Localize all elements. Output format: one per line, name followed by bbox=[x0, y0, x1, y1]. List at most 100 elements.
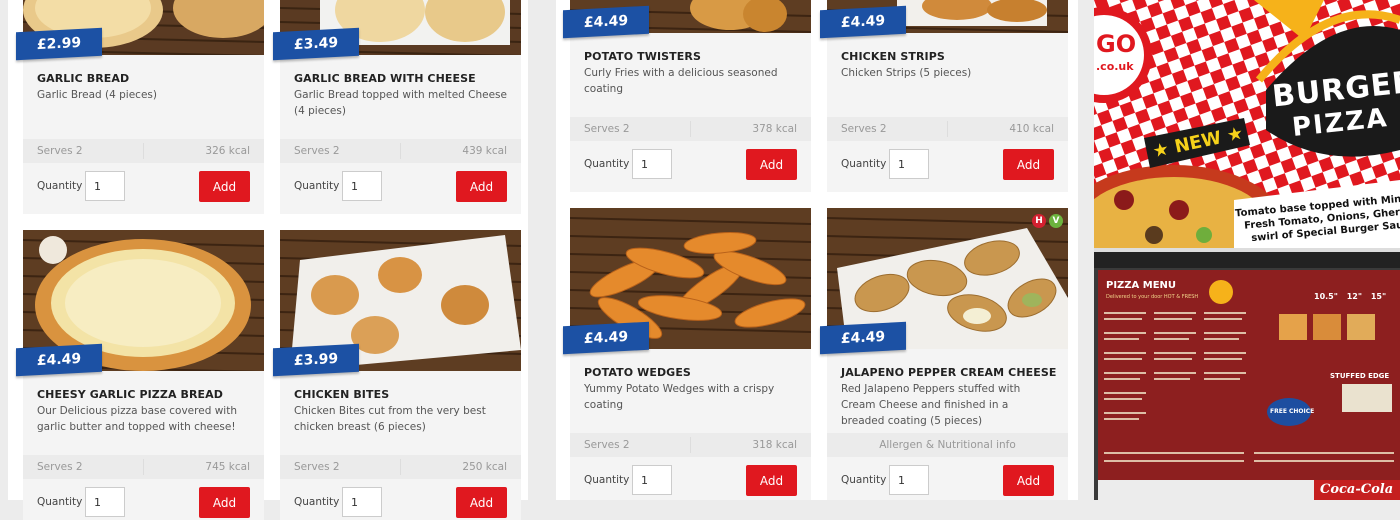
serves-label: Serves 2 bbox=[294, 145, 340, 157]
product-title: GARLIC BREAD WITH CHEESE bbox=[294, 72, 476, 85]
divider bbox=[400, 459, 401, 475]
quantity-label: Quantity bbox=[294, 496, 340, 508]
add-button[interactable]: Add bbox=[746, 465, 797, 496]
nutrition-bar: Serves 2 326 kcal bbox=[23, 139, 264, 163]
product-column-left: £2.99 GARLIC BREAD Garlic Bread (4 piece… bbox=[8, 0, 528, 520]
nutrition-bar: Serves 2 410 kcal bbox=[827, 117, 1068, 141]
nutrition-bar: Serves 2 250 kcal bbox=[280, 455, 521, 479]
product-title: JALAPENO PEPPER CREAM CHEESE bbox=[841, 366, 1057, 379]
quantity-input[interactable] bbox=[889, 149, 929, 179]
product-card: £4.49 CHICKEN STRIPS Chicken Strips (5 p… bbox=[820, 0, 1068, 192]
add-button[interactable]: Add bbox=[1003, 149, 1054, 180]
serves-label: Serves 2 bbox=[841, 123, 887, 135]
add-button[interactable]: Add bbox=[456, 171, 507, 202]
product-title: CHEESY GARLIC PIZZA BREAD bbox=[37, 388, 224, 401]
halal-badge-icon: H bbox=[1032, 214, 1046, 228]
quantity-input[interactable] bbox=[632, 149, 672, 179]
product-card: H V £4.49 JALAPENO PEPPER CREAM CHEESE R… bbox=[820, 208, 1068, 500]
quantity-label: Quantity bbox=[841, 474, 887, 486]
product-card: £4.49 POTATO WEDGES Yummy Potato Wedges … bbox=[563, 208, 811, 500]
add-button[interactable]: Add bbox=[456, 487, 507, 518]
product-description: Garlic Bread (4 pieces) bbox=[37, 89, 157, 101]
quantity-label: Quantity bbox=[37, 180, 83, 192]
product-card: £4.49 CHEESY GARLIC PIZZA BREAD Our Deli… bbox=[16, 230, 264, 520]
product-title: CHICKEN STRIPS bbox=[841, 50, 945, 63]
menu-board-photo[interactable]: PIZZA MENU Delivered to your door HOT & … bbox=[1094, 252, 1400, 500]
quantity-label: Quantity bbox=[584, 474, 630, 486]
serves-label: Serves 2 bbox=[37, 461, 83, 473]
serves-label: Serves 2 bbox=[294, 461, 340, 473]
nutrition-bar: Serves 2 318 kcal bbox=[570, 433, 811, 457]
price-tag: £4.49 bbox=[820, 5, 906, 39]
add-button[interactable]: Add bbox=[746, 149, 797, 180]
product-description: Curly Fries with a delicious seasoned co… bbox=[584, 67, 778, 95]
product-description: Chicken Strips (5 pieces) bbox=[841, 67, 972, 79]
quantity-label: Quantity bbox=[37, 496, 83, 508]
product-card: £4.49 POTATO TWISTERS Curly Fries with a… bbox=[563, 0, 811, 192]
quantity-input[interactable] bbox=[85, 487, 125, 517]
promo-logo-text: GO bbox=[1096, 30, 1137, 58]
add-button[interactable]: Add bbox=[1003, 465, 1054, 496]
kcal-label: 410 kcal bbox=[1009, 123, 1054, 135]
menu-board-title: PIZZA MENU bbox=[1106, 280, 1177, 291]
free-choice-badge: FREE CHOICE bbox=[1270, 408, 1315, 415]
nutrition-bar: Serves 2 378 kcal bbox=[570, 117, 811, 141]
product-description: Our Delicious pizza base covered with ga… bbox=[37, 405, 237, 433]
product-description: Garlic Bread topped with melted Cheese (… bbox=[294, 89, 507, 117]
serves-label: Serves 2 bbox=[584, 439, 630, 451]
menu-board-subtitle: Delivered to your door HOT & FRESH bbox=[1106, 294, 1199, 300]
serves-label: Serves 2 bbox=[584, 123, 630, 135]
price-tag: £2.99 bbox=[16, 27, 102, 61]
price-tag: £4.49 bbox=[16, 343, 102, 377]
kcal-label: 250 kcal bbox=[462, 461, 507, 473]
divider bbox=[690, 437, 691, 453]
nutrition-bar: Serves 2 745 kcal bbox=[23, 455, 264, 479]
serves-label: Serves 2 bbox=[37, 145, 83, 157]
product-card: £2.99 GARLIC BREAD Garlic Bread (4 piece… bbox=[16, 0, 264, 214]
promo-logo: GO bbox=[1096, 30, 1136, 58]
stuffed-edge-label: STUFFED EDGE bbox=[1330, 372, 1390, 380]
quantity-input[interactable] bbox=[889, 465, 929, 495]
product-card: £3.99 CHICKEN BITES Chicken Bites cut fr… bbox=[273, 230, 521, 520]
kcal-label: 378 kcal bbox=[752, 123, 797, 135]
quantity-label: Quantity bbox=[584, 158, 630, 170]
divider bbox=[947, 121, 948, 137]
kcal-label: 318 kcal bbox=[752, 439, 797, 451]
quantity-input[interactable] bbox=[632, 465, 672, 495]
product-card: £3.49 GARLIC BREAD WITH CHEESE Garlic Br… bbox=[273, 0, 521, 214]
price-tag: £4.49 bbox=[563, 5, 649, 39]
kcal-label: 745 kcal bbox=[205, 461, 250, 473]
product-description: Chicken Bites cut from the very best chi… bbox=[294, 405, 486, 433]
divider bbox=[690, 121, 691, 137]
size-label: 10.5" bbox=[1314, 292, 1338, 301]
quantity-label: Quantity bbox=[841, 158, 887, 170]
price-tag: £3.99 bbox=[273, 343, 359, 377]
product-column-middle: £4.49 POTATO TWISTERS Curly Fries with a… bbox=[556, 0, 1078, 500]
quantity-input[interactable] bbox=[342, 171, 382, 201]
size-label: 12" bbox=[1346, 292, 1363, 301]
promo-site: .co.uk bbox=[1096, 60, 1134, 73]
divider bbox=[143, 143, 144, 159]
product-title: POTATO TWISTERS bbox=[584, 50, 701, 63]
add-button[interactable]: Add bbox=[199, 171, 250, 202]
promo-sidebar: GO .co.uk BURGER PIZZA ★ NEW ★ Tomato ba… bbox=[1094, 0, 1400, 500]
nutrition-bar: Allergen & Nutritional info bbox=[827, 433, 1068, 457]
quantity-input[interactable] bbox=[342, 487, 382, 517]
kcal-label: 326 kcal bbox=[205, 145, 250, 157]
product-description: Red Jalapeno Peppers stuffed with Cream … bbox=[841, 383, 1021, 427]
product-title: GARLIC BREAD bbox=[37, 72, 130, 85]
kcal-label: 439 kcal bbox=[462, 145, 507, 157]
divider bbox=[143, 459, 144, 475]
product-description: Yummy Potato Wedges with a crispy coatin… bbox=[584, 383, 775, 411]
price-tag: £4.49 bbox=[563, 321, 649, 355]
burger-pizza-promo-banner[interactable]: GO .co.uk BURGER PIZZA ★ NEW ★ Tomato ba… bbox=[1094, 0, 1400, 248]
product-title: POTATO WEDGES bbox=[584, 366, 691, 379]
quantity-label: Quantity bbox=[294, 180, 340, 192]
size-label: 15" bbox=[1370, 292, 1387, 301]
quantity-input[interactable] bbox=[85, 171, 125, 201]
allergen-info-link[interactable]: Allergen & Nutritional info bbox=[827, 439, 1068, 451]
coca-cola-logo: Coca-Cola bbox=[1320, 482, 1394, 497]
add-button[interactable]: Add bbox=[199, 487, 250, 518]
nutrition-bar: Serves 2 439 kcal bbox=[280, 139, 521, 163]
price-tag: £4.49 bbox=[820, 321, 906, 355]
